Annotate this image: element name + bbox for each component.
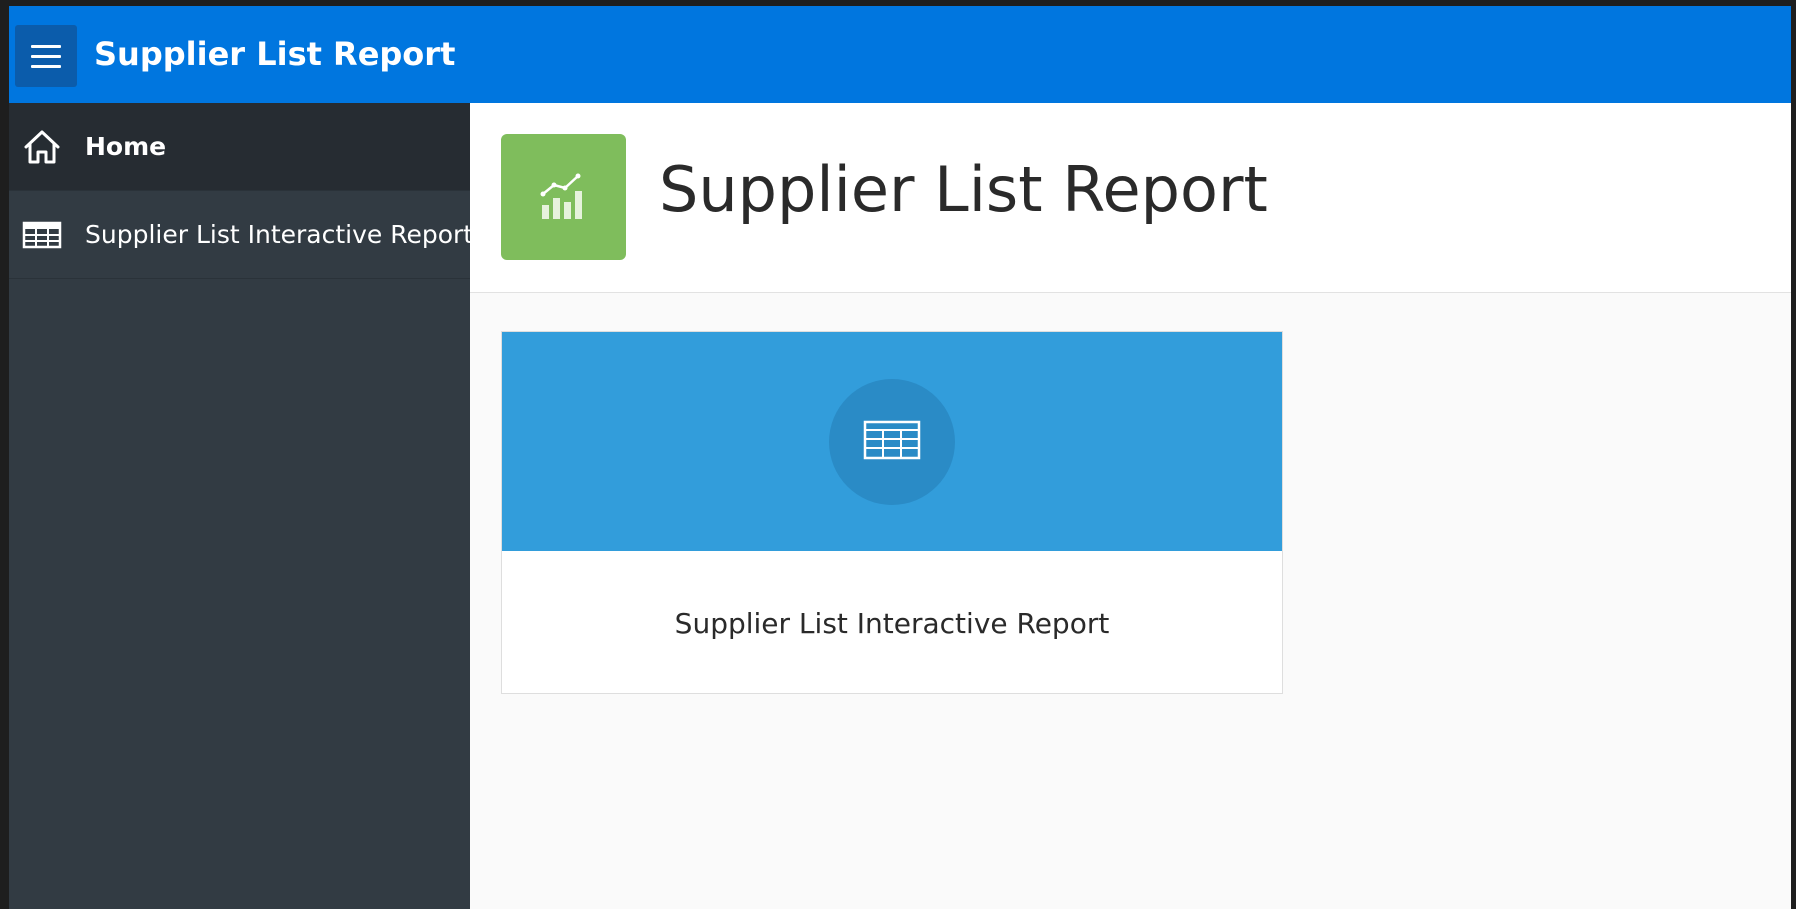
app-title[interactable]: Supplier List Report [94, 6, 455, 103]
table-icon [863, 420, 921, 464]
main-content: Supplier List Report Supplier List Inter… [470, 103, 1791, 909]
sidebar-item-supplier-list-interactive-report[interactable]: Supplier List Interactive Report [9, 191, 474, 279]
chart-icon [501, 134, 626, 260]
sidebar-item-home[interactable]: Home [9, 103, 470, 191]
hamburger-icon [31, 44, 61, 48]
app-window: Supplier List Report Home Supplier List … [9, 6, 1791, 909]
card-title[interactable]: Supplier List Interactive Report [502, 551, 1282, 695]
home-icon [20, 125, 64, 169]
hamburger-menu-button[interactable] [15, 25, 77, 87]
page-title: Supplier List Report [659, 153, 1268, 226]
report-card[interactable]: Supplier List Interactive Report [501, 331, 1283, 694]
card-banner [502, 332, 1282, 551]
table-icon [20, 213, 64, 257]
sidebar: Home Supplier List Interactive Report [9, 103, 474, 909]
sidebar-item-label: Supplier List Interactive Report [85, 220, 474, 249]
card-icon-circle [829, 379, 955, 505]
sidebar-item-label: Home [85, 132, 167, 161]
top-header: Supplier List Report [9, 6, 1791, 103]
hero-region: Supplier List Report [470, 103, 1791, 293]
